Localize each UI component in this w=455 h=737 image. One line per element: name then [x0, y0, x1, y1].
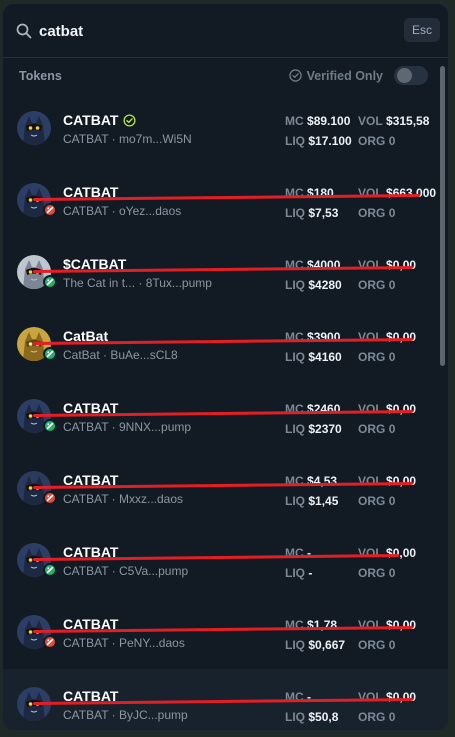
verified-only-toggle[interactable]	[394, 66, 428, 85]
token-search-panel: Esc Tokens Verified Only CATBAT CATBAT ·…	[2, 3, 449, 731]
token-symbol-address: CatBat · BuAe...sCL8	[63, 348, 178, 362]
token-symbol-address: CATBAT · ByJC...pump	[63, 708, 188, 722]
token-row[interactable]: CatBat CatBat · BuAe...sCL8 MC $3900 VOL $0…	[3, 309, 448, 381]
liquidity: LIQ $1,45	[285, 494, 339, 508]
launchpad-daos-icon	[43, 635, 57, 649]
volume: VOL $663.000	[358, 186, 437, 200]
scrollbar[interactable]	[440, 66, 445, 366]
shield-check-icon	[288, 69, 302, 82]
token-row[interactable]: $CATBAT The Cat in t... · 8Tux...pump MC $…	[3, 237, 448, 309]
volume: VOL $0,00	[358, 618, 417, 632]
token-name: CATBAT	[63, 112, 119, 128]
organic-score: ORG 0	[358, 566, 396, 580]
organic-score: ORG 0	[358, 350, 396, 364]
search-bar: Esc	[3, 4, 448, 58]
token-symbol-address: The Cat in t... · 8Tux...pump	[63, 276, 212, 290]
verified-only-label: Verified Only	[306, 68, 383, 83]
token-row[interactable]: CATBAT CATBAT · mo7m...Wi5N MC $89.100 VOL…	[3, 93, 448, 165]
token-symbol-address: CATBAT · Mxxz...daos	[63, 492, 184, 506]
organic-score: ORG 0	[358, 134, 396, 148]
launchpad-pump-icon	[43, 275, 57, 289]
liquidity: LIQ -	[285, 566, 313, 580]
token-row[interactable]: CATBAT CATBAT · Mxxz...daos MC $4,53 VOL $0…	[3, 453, 448, 525]
search-icon	[16, 23, 32, 39]
organic-score: ORG 0	[358, 278, 396, 292]
token-avatar	[17, 111, 51, 145]
organic-score: ORG 0	[358, 710, 396, 724]
volume: VOL $0,00	[358, 546, 417, 560]
organic-score: ORG 0	[358, 638, 396, 652]
launchpad-pump-icon	[43, 563, 57, 577]
token-row[interactable]: CATBAT CATBAT · PeNY...daos MC $1,78 VOL $0…	[3, 597, 448, 669]
token-symbol-address: CATBAT · C5Va...pump	[63, 564, 189, 578]
token-row[interactable]: CATBAT CATBAT · C5Va...pump MC - VOL $0,00 L…	[3, 525, 448, 597]
launchpad-pump-icon	[43, 419, 57, 433]
toggle-knob	[397, 68, 412, 83]
launchpad-daos-icon	[43, 491, 57, 505]
volume: VOL $315,58	[358, 114, 430, 128]
search-input[interactable]	[39, 18, 389, 44]
liquidity: LIQ $4280	[285, 278, 342, 292]
token-row[interactable]: CATBAT CATBAT · 9NNX...pump MC $2460 VOL $0…	[3, 381, 448, 453]
volume: VOL $0,00	[358, 330, 417, 344]
launchpad-pump-icon	[43, 347, 57, 361]
market-cap: MC $89.100	[285, 114, 351, 128]
liquidity: LIQ $2370	[285, 422, 342, 436]
token-row[interactable]: CATBAT CATBAT · oYez...daos MC $180 VOL $66…	[3, 165, 448, 237]
liquidity: LIQ $0,667	[285, 638, 346, 652]
liquidity: LIQ $17.100	[285, 134, 352, 148]
token-symbol-address: CATBAT · mo7m...Wi5N	[63, 132, 192, 146]
esc-button[interactable]: Esc	[403, 18, 440, 42]
section-title: Tokens	[19, 69, 62, 83]
token-row[interactable]: CATBAT CATBAT · ByJC...pump MC - VOL $0,00 L…	[3, 669, 448, 730]
volume: VOL $0,00	[358, 258, 417, 272]
verified-check-icon	[123, 114, 136, 127]
volume: VOL $0,00	[358, 690, 417, 704]
tokens-section-header: Tokens Verified Only	[3, 59, 448, 93]
launchpad-daos-icon	[43, 203, 57, 217]
liquidity: LIQ $50,8	[285, 710, 339, 724]
organic-score: ORG 0	[358, 206, 396, 220]
token-symbol-address: CATBAT · PeNY...daos	[63, 636, 185, 650]
token-symbol-address: CATBAT · 9NNX...pump	[63, 420, 192, 434]
volume: VOL $0,00	[358, 402, 417, 416]
liquidity: LIQ $7,53	[285, 206, 339, 220]
verified-only-filter[interactable]: Verified Only	[288, 66, 428, 85]
volume: VOL $0,00	[358, 474, 417, 488]
organic-score: ORG 0	[358, 422, 396, 436]
token-symbol-address: CATBAT · oYez...daos	[63, 204, 182, 218]
organic-score: ORG 0	[358, 494, 396, 508]
liquidity: LIQ $4160	[285, 350, 342, 364]
